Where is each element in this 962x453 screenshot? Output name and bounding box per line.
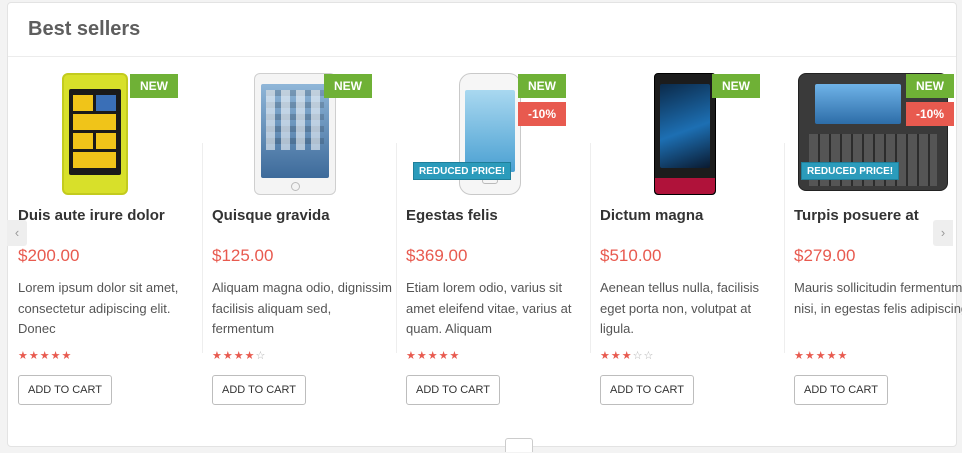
add-to-cart-button[interactable]: ADD TO CART (600, 375, 694, 405)
best-sellers-panel: Best sellers NEW Duis aute irure dolor $… (7, 2, 962, 447)
product-name[interactable]: Duis aute irure dolor (18, 207, 165, 224)
reduced-price-badge: REDUCED PRICE! (801, 162, 900, 180)
product-image[interactable]: NEW -10% REDUCED PRICE! (794, 71, 962, 199)
product-card: NEW Duis aute irure dolor $200.00 Lorem … (18, 71, 212, 411)
product-name[interactable]: Egestas felis (406, 207, 498, 224)
phone-image (654, 73, 716, 195)
product-price: $125.00 (212, 246, 274, 265)
product-description: Aenean tellus nulla, facilisis eget port… (600, 280, 759, 336)
discount-badge: -10% (518, 102, 566, 126)
product-description: Mauris sollicitudin fermentum nisi, in e… (794, 280, 962, 316)
new-badge: NEW (518, 74, 566, 98)
new-badge: NEW (906, 74, 954, 98)
rating-stars: ★★★★★ (406, 350, 461, 362)
product-image[interactable]: NEW -10% REDUCED PRICE! (406, 71, 582, 199)
product-card: NEW Dictum magna $510.00 Aenean tellus n… (590, 71, 794, 411)
product-price: $279.00 (794, 246, 856, 265)
rating-stars: ★★★☆☆ (600, 350, 655, 362)
add-to-cart-button[interactable]: ADD TO CART (406, 375, 500, 405)
product-carousel: NEW Duis aute irure dolor $200.00 Lorem … (18, 71, 962, 411)
reduced-price-badge: REDUCED PRICE! (413, 162, 512, 180)
phone-image (62, 73, 128, 195)
rating-stars: ★★★★☆ (212, 350, 267, 362)
carousel-pager-button[interactable] (505, 438, 533, 452)
add-to-cart-button[interactable]: ADD TO CART (212, 375, 306, 405)
product-card: NEW -10% REDUCED PRICE! Egestas felis $3… (396, 71, 600, 411)
rating-stars: ★★★★★ (794, 350, 849, 362)
carousel-next-icon[interactable]: › (933, 220, 953, 246)
rating-stars: ★★★★★ (18, 350, 73, 362)
discount-badge: -10% (906, 102, 954, 126)
new-badge: NEW (130, 74, 178, 98)
new-badge: NEW (712, 74, 760, 98)
product-price: $510.00 (600, 246, 662, 265)
product-description: Aliquam magna odio, dignissim facilisis … (212, 280, 392, 336)
new-badge: NEW (324, 74, 372, 98)
panel-title: Best sellers (28, 18, 141, 40)
product-description: Etiam lorem odio, varius sit amet eleife… (406, 280, 572, 336)
carousel-prev-icon[interactable]: ‹ (7, 220, 27, 246)
product-image[interactable]: NEW (18, 71, 194, 199)
product-name[interactable]: Turpis posuere at (794, 207, 919, 224)
product-image[interactable]: NEW (212, 71, 388, 199)
product-price: $369.00 (406, 246, 468, 265)
product-name[interactable]: Quisque gravida (212, 207, 330, 224)
product-description: Lorem ipsum dolor sit amet, consectetur … (18, 280, 179, 336)
product-price: $200.00 (18, 246, 80, 265)
product-card: NEW Quisque gravida $125.00 Aliquam magn… (202, 71, 406, 411)
add-to-cart-button[interactable]: ADD TO CART (18, 375, 112, 405)
add-to-cart-button[interactable]: ADD TO CART (794, 375, 888, 405)
product-name[interactable]: Dictum magna (600, 207, 703, 224)
panel-header: Best sellers (8, 3, 956, 57)
product-image[interactable]: NEW (600, 71, 776, 199)
